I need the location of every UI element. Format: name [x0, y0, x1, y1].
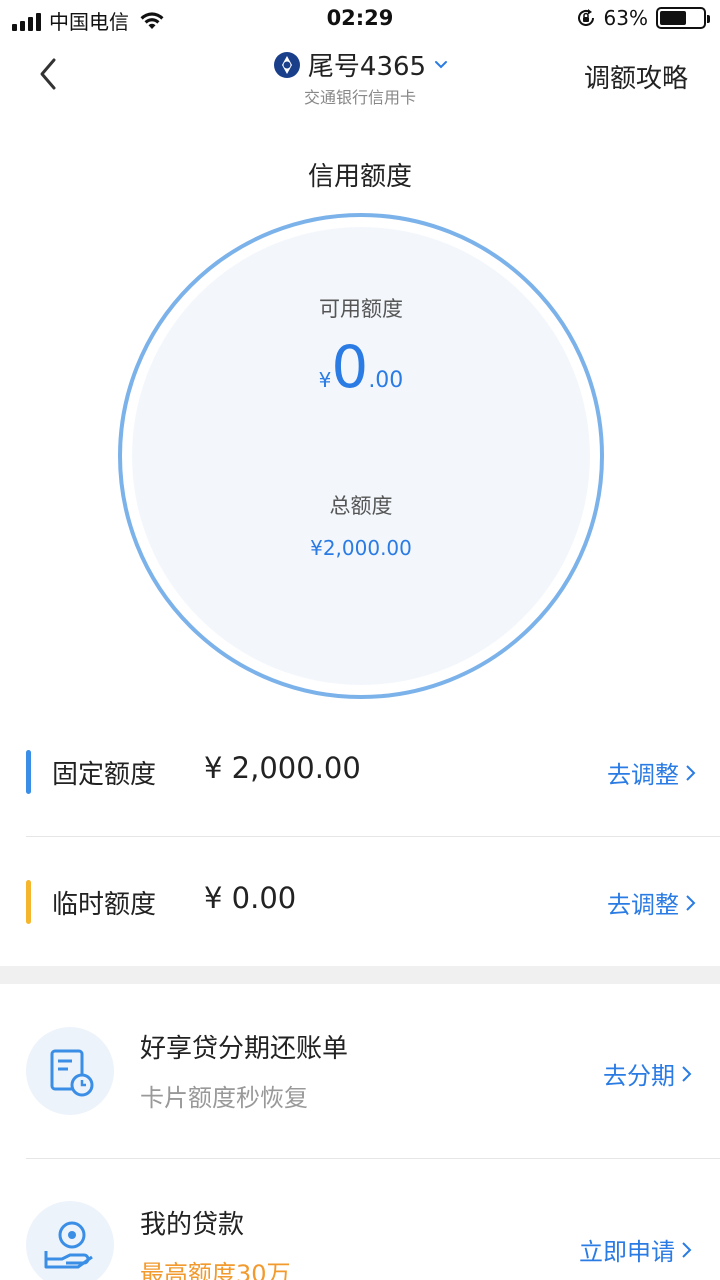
loan-promo-row[interactable]: 我的贷款 最高额度30万 立即申请: [0, 1174, 720, 1280]
bill-clock-icon: [26, 1027, 114, 1115]
installment-title: 好享贷分期还账单: [140, 1034, 349, 1064]
chevron-down-icon: [435, 60, 448, 68]
adjust-guide-link[interactable]: 调额攻略: [584, 58, 688, 95]
total-label: 总额度: [329, 494, 393, 518]
adjust-temporary-button[interactable]: 去调整: [607, 885, 696, 920]
status-bar: 中国电信 02:29 63%: [0, 0, 720, 38]
apply-now-button[interactable]: 立即申请: [579, 1232, 692, 1267]
temporary-limit-value: ¥ 0.00: [204, 881, 297, 915]
credit-section-title: 信用额度: [307, 162, 412, 192]
bank-logo-icon: [273, 51, 300, 78]
available-label: 可用额度: [319, 297, 403, 321]
chevron-right-icon: [682, 1241, 692, 1258]
installment-button[interactable]: 去分期: [603, 1056, 692, 1091]
coin-hand-icon: [26, 1201, 114, 1280]
nav-bar: 尾号4365 交通银行信用卡 调额攻略: [0, 38, 720, 112]
divider: [26, 836, 720, 837]
rotation-lock-icon: [577, 9, 594, 26]
fixed-limit-label: 固定额度: [52, 760, 157, 790]
fixed-limit-indicator: [26, 750, 31, 794]
chevron-right-icon: [686, 894, 696, 911]
total-amount: ¥2,000.00: [310, 536, 412, 560]
chevron-right-icon: [686, 764, 696, 781]
fixed-limit-row[interactable]: 固定额度 ¥ 2,000.00 去调整: [26, 722, 720, 822]
temporary-limit-row[interactable]: 临时额度 ¥ 0.00 去调整: [26, 852, 720, 952]
temporary-limit-indicator: [26, 880, 31, 924]
section-separator: [0, 966, 720, 984]
loan-title: 我的贷款: [140, 1210, 245, 1240]
battery-percent: 63%: [603, 6, 648, 30]
credit-circle: 可用额度 ¥0.00 总额度 ¥2,000.00: [118, 213, 604, 699]
divider: [26, 1158, 720, 1159]
fixed-limit-value: ¥ 2,000.00: [204, 751, 361, 785]
loan-subtitle: 最高额度30万: [140, 1260, 291, 1280]
adjust-fixed-button[interactable]: 去调整: [607, 755, 696, 790]
card-title: 尾号4365: [307, 52, 427, 82]
temporary-limit-label: 临时额度: [52, 890, 157, 920]
available-amount: ¥0.00: [318, 333, 404, 401]
installment-subtitle: 卡片额度秒恢复: [140, 1084, 308, 1112]
chevron-right-icon: [682, 1065, 692, 1082]
battery-icon: [656, 7, 710, 29]
installment-promo-row[interactable]: 好享贷分期还账单 卡片额度秒恢复 去分期: [0, 1000, 720, 1150]
